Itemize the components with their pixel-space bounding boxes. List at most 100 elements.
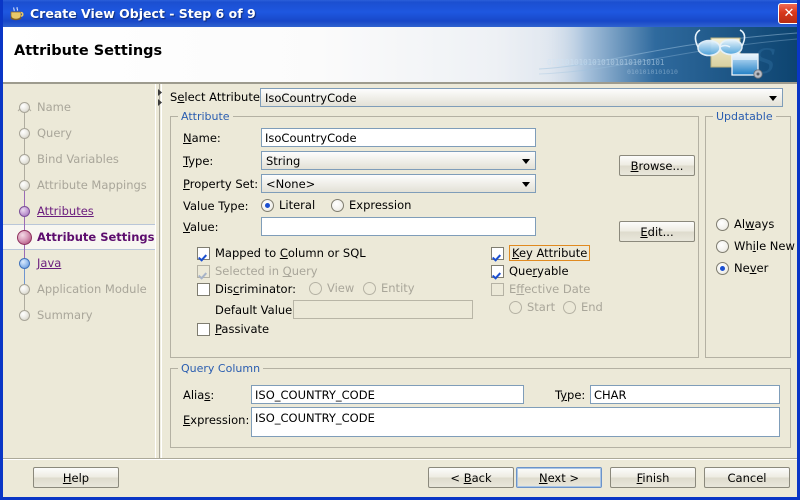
back-button-label: < Back bbox=[450, 470, 492, 485]
key-attribute-label: Key Attribute bbox=[512, 246, 588, 260]
discriminator-entity-label: Entity bbox=[381, 281, 415, 295]
discriminator-checkbox[interactable]: Discriminator: bbox=[197, 282, 296, 296]
expression-input[interactable]: ISO_COUNTRY_CODE bbox=[251, 407, 780, 437]
updatable-always-radio[interactable]: Always bbox=[716, 217, 774, 231]
finish-button-label: Finish bbox=[636, 470, 670, 485]
discriminator-label: Discriminator: bbox=[215, 282, 296, 296]
step-bullet-icon bbox=[19, 101, 30, 113]
checkbox-icon bbox=[491, 264, 504, 278]
sidebar-item-application-module[interactable]: Application Module bbox=[3, 263, 155, 302]
value-label: Value: bbox=[183, 220, 219, 234]
sidebar-splitter[interactable] bbox=[155, 84, 164, 459]
edit-button[interactable]: Edit... bbox=[619, 221, 695, 242]
create-view-object-dialog: Create View Object - Step 6 of 9 ✕ Attri… bbox=[0, 0, 800, 500]
mapped-to-column-label: Mapped to Column or SQL bbox=[215, 246, 366, 260]
step-bullet-icon bbox=[19, 309, 30, 321]
finish-button[interactable]: Finish bbox=[610, 467, 696, 488]
value-type-expression-radio[interactable]: Expression bbox=[331, 198, 411, 212]
sidebar-item-bind-variables[interactable]: Bind Variables bbox=[3, 133, 155, 172]
updatable-while-new-radio[interactable]: While New bbox=[716, 239, 795, 253]
value-input[interactable] bbox=[261, 217, 536, 236]
mapped-to-column-checkbox[interactable]: Mapped to Column or SQL bbox=[197, 246, 366, 260]
discriminator-entity-radio: Entity bbox=[363, 281, 415, 295]
radio-icon bbox=[309, 281, 322, 295]
updatable-group: Updatable Always While New Never bbox=[705, 110, 795, 358]
radio-icon bbox=[716, 239, 729, 253]
window-title: Create View Object - Step 6 of 9 bbox=[30, 6, 256, 21]
queryable-label: Queryable bbox=[509, 264, 569, 278]
property-set-label: Property Set: bbox=[183, 177, 259, 191]
name-input[interactable]: IsoCountryCode bbox=[261, 128, 536, 147]
expression-value: ISO_COUNTRY_CODE bbox=[255, 411, 375, 425]
sidebar-item-java[interactable]: Java bbox=[3, 237, 155, 276]
edit-button-label: Edit... bbox=[640, 224, 674, 239]
discriminator-view-label: View bbox=[327, 281, 355, 295]
step-bullet-icon bbox=[19, 205, 30, 217]
radio-icon bbox=[563, 300, 576, 314]
query-type-value: CHAR bbox=[594, 387, 627, 402]
value-type-label: Value Type: bbox=[183, 199, 249, 213]
next-button-label: Next > bbox=[538, 470, 580, 485]
sidebar-item-attributes[interactable]: Attributes bbox=[3, 185, 155, 224]
query-column-group-title: Query Column bbox=[178, 362, 264, 375]
alias-label: Alias: bbox=[183, 388, 215, 402]
radio-icon bbox=[363, 281, 376, 295]
attribute-group-title: Attribute bbox=[178, 110, 233, 123]
svg-text:01010101010101010101010101: 01010101010101010101010101 bbox=[547, 58, 664, 67]
back-button[interactable]: < Back bbox=[428, 467, 514, 488]
select-attribute-label: Select Attribute: bbox=[170, 90, 264, 104]
next-button[interactable]: Next > bbox=[516, 467, 602, 488]
checkbox-icon bbox=[197, 282, 210, 296]
sidebar-item-label: Bind Variables bbox=[37, 152, 119, 166]
queryable-checkbox[interactable]: Queryable bbox=[491, 264, 569, 278]
updatable-always-label: Always bbox=[734, 217, 775, 231]
close-icon[interactable]: ✕ bbox=[778, 3, 797, 24]
checkbox-icon bbox=[491, 282, 504, 296]
browse-button[interactable]: Browse... bbox=[619, 155, 695, 176]
updatable-while-new-label: While New bbox=[734, 239, 795, 253]
sidebar-item-summary[interactable]: Summary bbox=[3, 289, 155, 328]
key-attribute-checkbox[interactable]: Key Attribute bbox=[491, 245, 591, 261]
property-set-dropdown[interactable]: <None> bbox=[261, 174, 536, 193]
help-button[interactable]: Help bbox=[33, 467, 119, 488]
chevron-down-icon bbox=[522, 181, 530, 187]
radio-icon bbox=[716, 261, 729, 275]
updatable-never-radio[interactable]: Never bbox=[716, 261, 768, 275]
value-type-literal-radio[interactable]: Literal bbox=[261, 198, 315, 212]
sidebar-item-query[interactable]: Query bbox=[3, 107, 155, 146]
page-title: Attribute Settings bbox=[14, 43, 163, 59]
type-dropdown[interactable]: String bbox=[261, 151, 536, 170]
query-type-input[interactable]: CHAR bbox=[590, 385, 780, 404]
sidebar-item-attribute-mappings[interactable]: Attribute Mappings bbox=[3, 159, 155, 198]
passivate-checkbox[interactable]: Passivate bbox=[197, 322, 269, 336]
radio-icon bbox=[716, 217, 729, 231]
sidebar-item-name[interactable]: Name bbox=[3, 94, 155, 120]
sidebar-item-label: Name bbox=[37, 100, 71, 114]
sidebar-item-label[interactable]: Java bbox=[37, 256, 61, 270]
wizard-step-sidebar: Name Query Bind Variables Attribute Mapp… bbox=[3, 84, 155, 459]
passivate-label: Passivate bbox=[215, 322, 270, 336]
step-bullet-icon bbox=[19, 283, 30, 295]
splitter-bar bbox=[159, 84, 162, 459]
splitter-collapse-left-icon[interactable] bbox=[157, 86, 163, 96]
checkbox-icon bbox=[197, 246, 210, 260]
browse-button-label: Browse... bbox=[630, 158, 684, 173]
cancel-button[interactable]: Cancel bbox=[704, 467, 790, 488]
name-input-value: IsoCountryCode bbox=[265, 130, 357, 145]
alias-input-value: ISO_COUNTRY_CODE bbox=[255, 387, 375, 402]
splitter-collapse-right-icon[interactable] bbox=[157, 96, 163, 106]
checkbox-icon bbox=[197, 264, 210, 278]
alias-input[interactable]: ISO_COUNTRY_CODE bbox=[251, 385, 524, 404]
step-bullet-icon bbox=[19, 257, 30, 269]
help-button-label: Help bbox=[62, 470, 90, 485]
type-value: String bbox=[266, 153, 301, 168]
wizard-header: Attribute Settings 010101010101010101010… bbox=[3, 27, 797, 82]
discriminator-view-radio: View bbox=[309, 281, 354, 295]
sidebar-item-attribute-settings[interactable]: Attribute Settings bbox=[3, 212, 155, 250]
glasses-and-window-banner-icon: 01010101010101010101010101 0101010101010… bbox=[539, 27, 797, 82]
svg-text:0101010101010: 0101010101010 bbox=[627, 68, 678, 76]
step-bullet-icon bbox=[19, 127, 30, 139]
select-attribute-dropdown[interactable]: IsoCountryCode bbox=[260, 88, 783, 107]
effective-end-label: End bbox=[581, 300, 603, 314]
sidebar-item-label[interactable]: Attributes bbox=[37, 204, 94, 218]
